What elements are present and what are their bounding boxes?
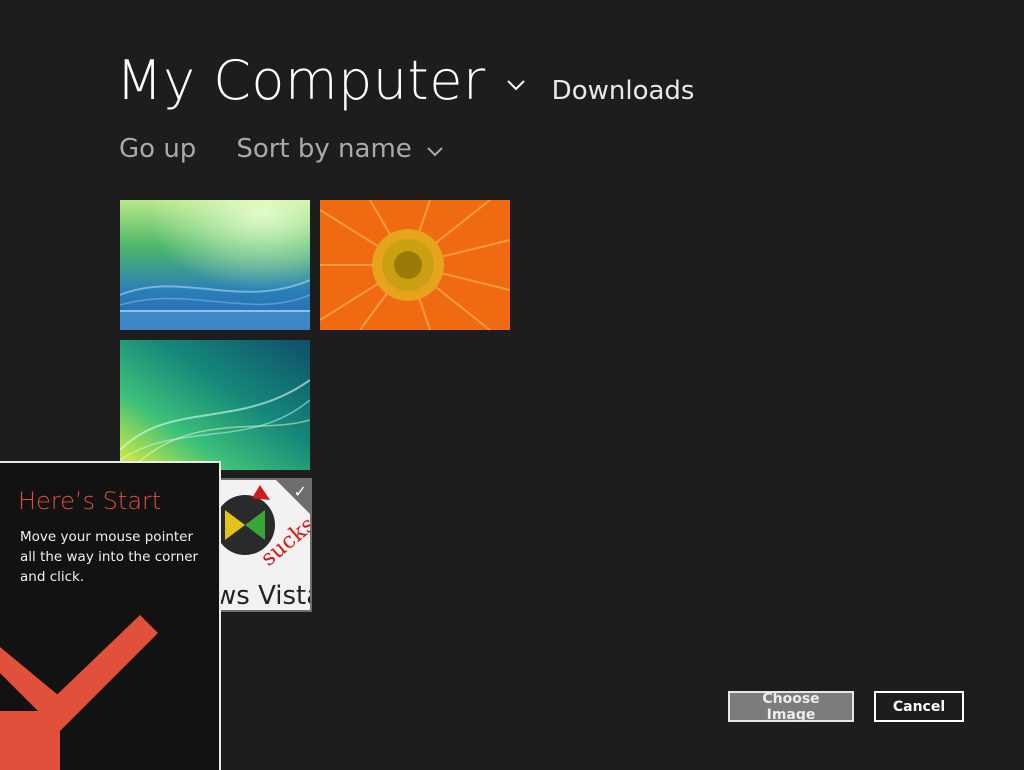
file-tile[interactable] — [120, 200, 310, 330]
current-folder-label: Downloads — [551, 76, 695, 106]
checkmark-icon: ✓ — [293, 482, 307, 501]
arrow-down-left-icon — [0, 615, 158, 770]
flyout-text: Move your mouse pointer all the way into… — [20, 529, 199, 585]
page-header: My Computer Downloads — [116, 48, 694, 114]
page-title[interactable]: My Computer — [116, 48, 486, 114]
chevron-down-icon — [426, 142, 444, 161]
orange-flower-thumbnail — [320, 200, 510, 330]
flyout-title: Here’s Start — [18, 487, 162, 515]
command-bar: Go up Sort by name — [119, 134, 444, 164]
file-tile[interactable] — [120, 340, 310, 470]
sort-dropdown[interactable]: Sort by name — [236, 134, 443, 164]
aurora-teal-yellow-thumbnail — [120, 340, 310, 470]
aurora-green-blue-thumbnail — [120, 200, 310, 330]
chevron-down-icon[interactable] — [506, 76, 526, 95]
sort-label: Sort by name — [236, 134, 412, 164]
cancel-button[interactable]: Cancel — [874, 691, 964, 722]
go-up-button[interactable]: Go up — [119, 134, 196, 164]
start-tip-flyout: Here’s Start Move your mouse pointer all… — [0, 461, 221, 770]
choose-image-button[interactable]: Choose Image — [728, 691, 854, 723]
file-tile[interactable] — [320, 200, 510, 330]
vista-logo-text: ws Vista — [215, 581, 310, 610]
